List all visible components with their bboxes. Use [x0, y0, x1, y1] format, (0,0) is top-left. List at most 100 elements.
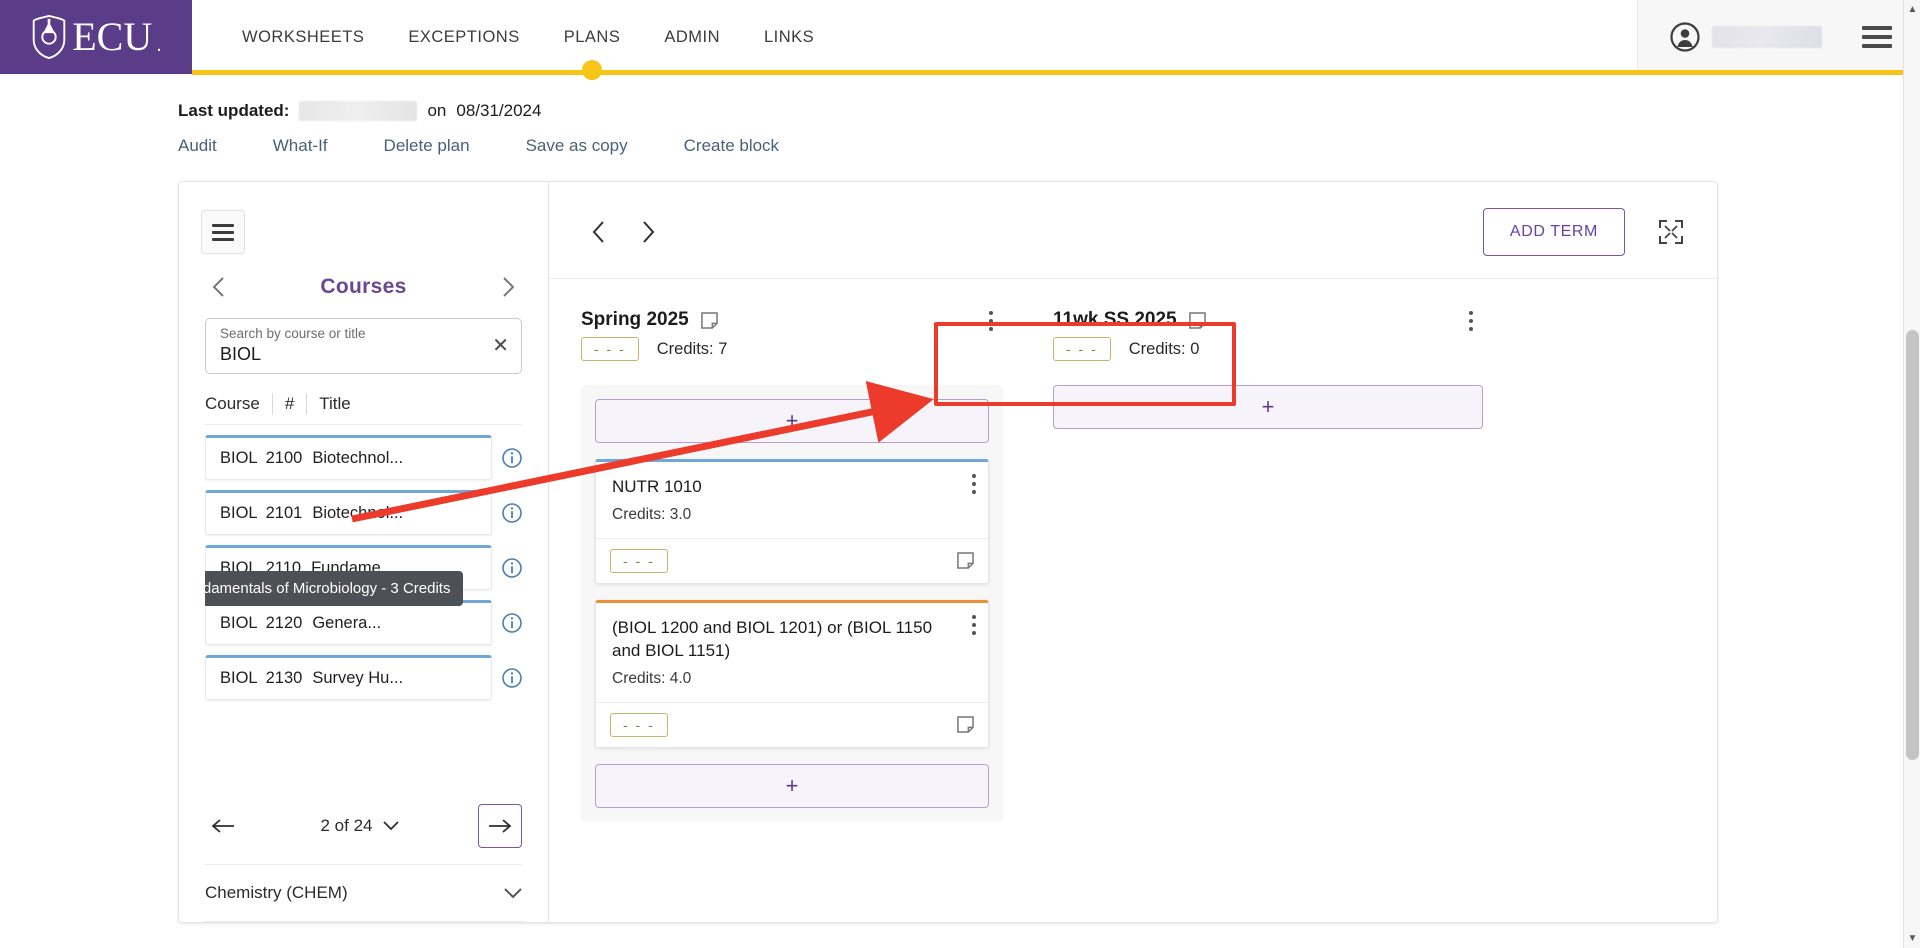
panel-menu-icon[interactable]: [201, 210, 245, 254]
delete-plan-link[interactable]: Delete plan: [384, 136, 526, 156]
plan-card-credits: Credits: 3.0: [612, 506, 948, 524]
pagination-next-button[interactable]: [478, 804, 522, 848]
create-block-link[interactable]: Create block: [684, 136, 835, 156]
courses-prev-icon[interactable]: [205, 274, 231, 300]
top-bar-right: [1637, 0, 1920, 74]
course-list-pagination: 2 of 24: [205, 790, 522, 865]
course-results-list: BIOL 2100 Biotechnol... BIOL 2101 Biotechnol…: [205, 435, 522, 786]
nav-item-plans[interactable]: PLANS: [542, 0, 643, 74]
plan-card-options-icon[interactable]: [972, 614, 976, 635]
term-header: Spring 2025 - - - Credits: 7: [581, 309, 1003, 361]
note-icon[interactable]: [1188, 311, 1206, 329]
nav-item-links[interactable]: LINKS: [742, 0, 836, 74]
note-icon[interactable]: [957, 552, 974, 570]
course-subject: BIOL: [220, 504, 258, 522]
pagination-prev-icon[interactable]: [205, 808, 241, 844]
plan-action-links: Audit What-If Delete plan Save as copy C…: [178, 136, 1920, 156]
plan-card-biol-requirement[interactable]: (BIOL 1200 and BIOL 1201) or (BIOL 1150 …: [595, 599, 989, 748]
plan-card-status-badge[interactable]: - - -: [610, 548, 668, 573]
plan-card-footer: - - -: [596, 701, 988, 747]
course-tooltip: Fundamentals of Microbiology - 3 Credits: [205, 571, 464, 606]
info-icon[interactable]: [502, 557, 522, 578]
info-icon[interactable]: [502, 667, 522, 688]
course-card-biol-2100[interactable]: BIOL 2100 Biotechnol...: [205, 435, 492, 480]
audit-link[interactable]: Audit: [178, 136, 273, 156]
course-card-biol-2101[interactable]: BIOL 2101 Biotechnol...: [205, 490, 492, 535]
board-prev-icon[interactable]: [581, 215, 615, 249]
nav-item-exceptions[interactable]: EXCEPTIONS: [386, 0, 541, 74]
plan-card-nutr-1010[interactable]: NUTR 1010 Credits: 3.0 - - -: [595, 459, 989, 584]
accent-rule: [192, 70, 1920, 75]
info-icon[interactable]: [502, 612, 522, 633]
chevron-down-icon[interactable]: [382, 821, 399, 831]
info-icon[interactable]: [502, 502, 522, 523]
term-status-badge[interactable]: - - -: [581, 337, 639, 361]
term-credits-value: 0: [1190, 339, 1200, 358]
term-body: + NUTR 1010 Credits: 3.0 - - - (BIOL 120…: [581, 385, 1003, 822]
term-column-spring-2025: Spring 2025 - - - Credits: 7 + NUTR 1010…: [549, 309, 1029, 922]
board-toolbar: ADD TERM: [549, 182, 1717, 279]
ecu-logo[interactable]: ECU .: [0, 0, 192, 74]
term-body: +: [1053, 385, 1483, 429]
expand-fullscreen-icon[interactable]: [1655, 216, 1687, 248]
page-scroll-down-icon[interactable]: ▼: [1904, 933, 1920, 944]
save-as-copy-link[interactable]: Save as copy: [526, 136, 684, 156]
course-number: 2101: [265, 504, 303, 522]
course-number: 2100: [265, 449, 303, 467]
plan-card-status-badge[interactable]: - - -: [610, 712, 668, 737]
term-header: 11wk SS 2025 - - - Credits: 0: [1053, 309, 1483, 361]
course-number: 2120: [265, 614, 303, 632]
term-options-icon[interactable]: [1459, 311, 1483, 331]
page-scroll-up-icon[interactable]: ▲: [1904, 4, 1920, 15]
nav-item-worksheets[interactable]: WORKSHEETS: [220, 0, 386, 74]
info-icon[interactable]: [502, 447, 522, 468]
chevron-down-icon[interactable]: [504, 887, 522, 899]
avatar-icon: [1670, 22, 1700, 52]
what-if-link[interactable]: What-If: [273, 136, 384, 156]
on-label: on: [427, 101, 447, 120]
note-icon[interactable]: [957, 716, 974, 734]
course-search-label: Search by course or title: [220, 326, 366, 341]
column-header-title: Title: [319, 394, 351, 413]
list-item[interactable]: BIOL 2120 Genera...: [205, 600, 522, 645]
course-search-field[interactable]: Search by course or title BIOL ✕: [205, 318, 522, 374]
note-icon[interactable]: [700, 311, 718, 329]
course-search-value: BIOL: [220, 343, 262, 364]
main-nav: WORKSHEETS EXCEPTIONS PLANS ADMIN LINKS: [192, 0, 1637, 74]
page-scrollbar[interactable]: ▲ ▼: [1903, 0, 1920, 948]
term-credits-label: Credits:: [1128, 339, 1186, 358]
subject-group-chemistry[interactable]: Chemistry (CHEM): [205, 865, 522, 922]
courses-next-icon[interactable]: [496, 274, 522, 300]
list-item[interactable]: BIOL 2100 Biotechnol...: [205, 435, 522, 480]
courses-panel-title: Courses: [320, 275, 407, 298]
plan-card-credits-value: 3.0: [669, 505, 692, 523]
course-title: Biotechnol...: [312, 504, 404, 522]
board-next-icon[interactable]: [631, 215, 665, 249]
plan-card-options-icon[interactable]: [972, 474, 976, 494]
plan-card-credits: Credits: 4.0: [612, 670, 948, 688]
term-options-icon[interactable]: [979, 311, 1003, 331]
list-item[interactable]: BIOL 2130 Survey Hu...: [205, 655, 522, 700]
add-course-top-button[interactable]: +: [595, 399, 989, 443]
term-column-11wk-ss-2025: 11wk SS 2025 - - - Credits: 0 +: [1029, 309, 1509, 922]
term-name: Spring 2025: [581, 309, 689, 330]
plan-card-title: NUTR 1010: [612, 477, 702, 496]
course-card-biol-2120[interactable]: BIOL 2120 Genera...: [205, 600, 492, 645]
add-course-top-button[interactable]: +: [1053, 385, 1483, 429]
top-navigation-bar: ECU . WORKSHEETS EXCEPTIONS PLANS ADMIN …: [0, 0, 1920, 74]
list-item[interactable]: BIOL 2101 Biotechnol...: [205, 490, 522, 535]
course-subject: BIOL: [220, 449, 258, 467]
nav-item-admin[interactable]: ADMIN: [642, 0, 742, 74]
add-term-button[interactable]: ADD TERM: [1482, 208, 1625, 256]
page-scroll-thumb[interactable]: [1906, 330, 1919, 760]
term-name: 11wk SS 2025: [1053, 309, 1177, 330]
add-course-bottom-button[interactable]: +: [595, 763, 989, 808]
clear-search-icon[interactable]: ✕: [492, 336, 509, 356]
pagination-count[interactable]: 2 of 24: [241, 816, 478, 836]
pagination-count-text: 2 of 24: [320, 816, 373, 835]
course-title: Biotechnol...: [312, 449, 404, 467]
user-account-chip[interactable]: [1638, 22, 1848, 52]
course-card-biol-2130[interactable]: BIOL 2130 Survey Hu...: [205, 655, 492, 700]
plan-board: ADD TERM Spring 2025 - - - Credits: 7 + …: [549, 182, 1717, 922]
term-status-badge[interactable]: - - -: [1053, 337, 1111, 361]
